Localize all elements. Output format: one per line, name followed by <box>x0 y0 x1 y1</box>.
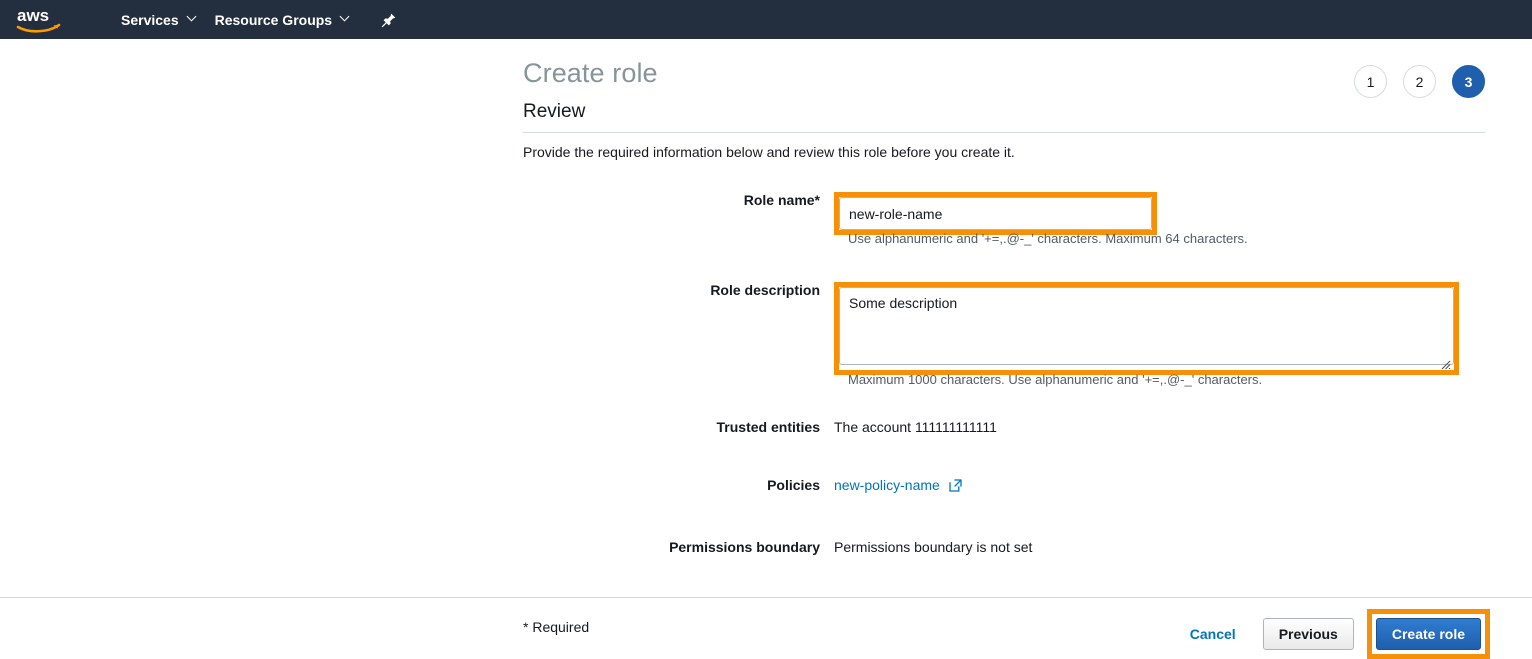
role-description-helper-text: Maximum 1000 characters. Use alphanumeri… <box>848 372 1262 387</box>
role-name-label: Role name* <box>523 192 834 235</box>
section-description: Provide the required information below a… <box>523 133 1485 160</box>
role-name-input[interactable] <box>839 197 1152 230</box>
step-indicator-1[interactable]: 1 <box>1354 65 1387 98</box>
policies-row: Policies new-policy-name <box>523 477 962 493</box>
section-heading: Review <box>523 89 1485 133</box>
external-link-icon[interactable] <box>949 479 962 492</box>
page-title: Create role <box>523 39 1485 89</box>
cancel-button[interactable]: Cancel <box>1190 626 1236 642</box>
top-navigation-bar: aws Services Resource Groups <box>0 0 1532 39</box>
permissions-boundary-value: Permissions boundary is not set <box>834 539 1032 555</box>
role-name-highlight <box>834 192 1157 235</box>
permissions-boundary-label: Permissions boundary <box>523 539 834 555</box>
create-role-button[interactable]: Create role <box>1376 618 1481 650</box>
role-description-row: Role description <box>523 282 1459 375</box>
nav-item-services[interactable]: Services <box>112 0 206 39</box>
previous-button[interactable]: Previous <box>1263 618 1354 650</box>
policy-link[interactable]: new-policy-name <box>834 477 940 493</box>
create-role-highlight: Create role <box>1367 609 1490 659</box>
policies-label: Policies <box>523 477 834 493</box>
trusted-entities-label: Trusted entities <box>523 419 834 435</box>
page-content: Create role Review Provide the required … <box>523 39 1485 160</box>
role-name-helper-text: Use alphanumeric and '+=,.@-_' character… <box>848 231 1248 246</box>
required-note: * Required <box>523 619 589 635</box>
nav-item-resource-groups-label: Resource Groups <box>215 12 332 28</box>
role-description-highlight <box>834 282 1459 375</box>
role-description-label: Role description <box>523 282 834 375</box>
chevron-down-icon <box>341 13 350 22</box>
footer-actions: Cancel Previous Create role <box>1190 609 1490 659</box>
nav-item-resource-groups[interactable]: Resource Groups <box>206 0 359 39</box>
step-indicator: 1 2 3 <box>1354 65 1485 98</box>
footer-bar: * Required Cancel Previous Create role <box>0 597 1532 648</box>
pushpin-icon[interactable] <box>381 12 397 28</box>
chevron-down-icon <box>188 13 197 22</box>
role-name-row: Role name* <box>523 192 1157 235</box>
svg-text:aws: aws <box>17 6 49 25</box>
permissions-boundary-row: Permissions boundary Permissions boundar… <box>523 539 1032 555</box>
policies-value: new-policy-name <box>834 477 962 493</box>
trusted-entities-row: Trusted entities The account 11111111111… <box>523 419 997 435</box>
trusted-entities-value: The account 111111111111 <box>834 419 997 435</box>
role-description-textarea[interactable] <box>839 287 1454 365</box>
step-indicator-2[interactable]: 2 <box>1403 65 1436 98</box>
nav-item-services-label: Services <box>121 12 179 28</box>
aws-logo[interactable]: aws <box>16 5 62 35</box>
step-indicator-3[interactable]: 3 <box>1452 65 1485 98</box>
